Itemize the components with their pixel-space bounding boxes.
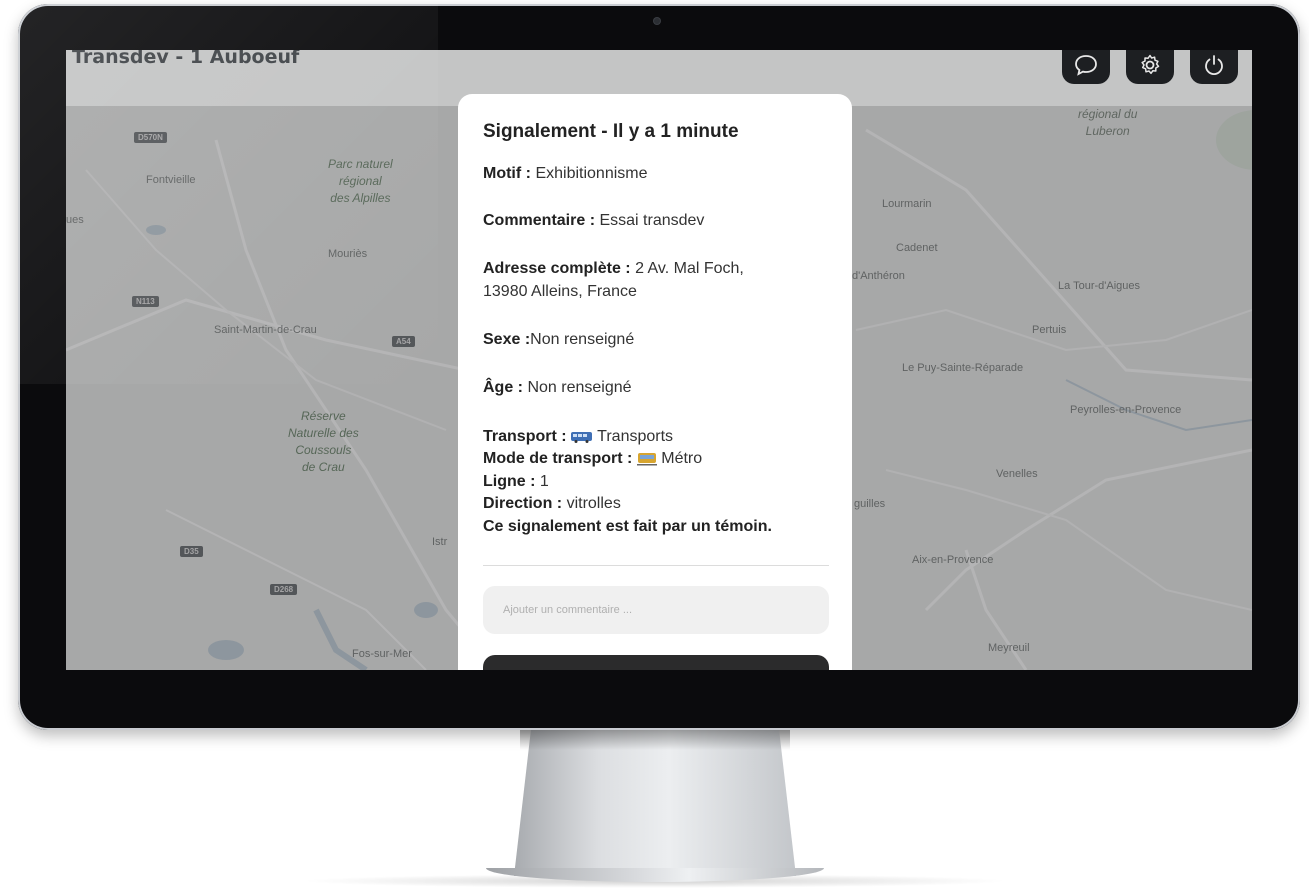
direction-label: Direction : [483,495,563,512]
modal-title: Signalement - Il y a 1 minute [483,121,739,142]
bus-icon [571,428,597,445]
mode-value: Métro [661,450,703,467]
age-value: Non renseigné [527,379,632,396]
witness-note: Ce signalement est fait par un témoin. [483,518,772,535]
mode-label: Mode de transport : [483,450,633,467]
commentaire-label: Commentaire : [483,212,596,229]
motif-label: Motif : [483,165,531,182]
ligne-row: Ligne : 1 [483,472,549,492]
transport-row: Transport : Transports [483,427,673,447]
mode-row: Mode de transport : Métro [483,449,702,469]
sexe-value: Non renseigné [530,331,635,348]
metro-icon [636,450,661,467]
submit-comment-button[interactable] [483,655,829,670]
modal-viewport: Signalement - Il y a 1 minute Motif : Ex… [66,50,1252,670]
sexe-row: Sexe :Non renseigné [483,330,634,350]
commentaire-value: Essai transdev [599,212,705,229]
sexe-label: Sexe : [483,331,531,348]
motif-value: Exhibitionnisme [535,165,648,182]
adresse-value-line1: 2 Av. Mal Foch, [635,260,744,277]
monitor-stand [514,730,796,876]
webcam-dot [654,18,660,24]
stand-neck-shadow [520,730,790,750]
comment-input[interactable] [483,586,829,634]
transport-label: Transport : [483,428,567,445]
adresse-row: Adresse complète : 2 Av. Mal Foch, [483,259,744,279]
direction-value: vitrolles [566,495,621,512]
transport-value: Transports [597,428,674,445]
ligne-value: 1 [539,473,549,490]
adresse-label: Adresse complète : [483,260,631,277]
age-label: Âge : [483,379,523,396]
commentaire-row: Commentaire : Essai transdev [483,211,704,231]
age-row: Âge : Non renseigné [483,378,632,398]
ligne-label: Ligne : [483,473,536,490]
motif-row: Motif : Exhibitionnisme [483,164,648,184]
adresse-value-line2: 13980 Alleins, France [483,283,637,300]
modal-divider [483,565,829,566]
report-modal: Signalement - Il y a 1 minute Motif : Ex… [458,94,852,670]
direction-row: Direction : vitrolles [483,494,621,514]
